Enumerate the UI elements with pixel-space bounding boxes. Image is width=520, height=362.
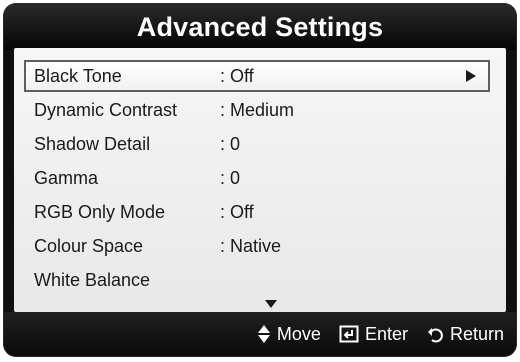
up-down-arrows-icon [257,325,271,343]
menu-item-label: Shadow Detail [34,133,151,154]
menu-item-black-tone[interactable]: Black Tone : Off [24,60,490,92]
move-label: Move [276,323,321,344]
menu-item-label: White Balance [34,269,151,290]
menu-item-gamma[interactable]: Gamma : 0 [26,162,486,194]
menu-item-shadow-detail[interactable]: Shadow Detail : 0 [26,128,486,160]
menu-item-value: : Native [220,235,282,256]
menu-item-label: Dynamic Contrast [34,99,178,120]
return-icon [426,325,444,343]
advanced-settings-menu: Advanced Settings Black Tone : Off Dynam… [4,4,516,356]
settings-list: Black Tone : Off Dynamic Contrast : Medi… [14,48,506,312]
menu-item-value: : 0 [220,133,241,154]
enter-hint: Enter [339,324,408,345]
return-hint: Return [426,324,504,345]
menu-item-dynamic-contrast[interactable]: Dynamic Contrast : Medium [26,94,486,126]
menu-item-label: RGB Only Mode [34,201,166,222]
return-label: Return [449,323,504,344]
menu-item-value: : Medium [220,99,295,120]
menu-item-rgb-only-mode[interactable]: RGB Only Mode : Off [26,196,486,228]
menu-item-label: Colour Space [34,235,144,256]
menu-item-label: Gamma [34,167,99,188]
key-guide: Move Enter Return [4,312,516,356]
enter-icon [339,325,359,343]
menu-item-white-balance[interactable]: White Balance [26,264,486,296]
move-hint: Move [257,324,321,345]
menu-item-colour-space[interactable]: Colour Space : Native [26,230,486,262]
menu-item-value: : Off [220,201,254,222]
menu-item-value: : Off [220,65,254,86]
submenu-arrow-icon [466,70,476,82]
menu-title: Advanced Settings [4,4,516,50]
menu-item-value: : 0 [220,167,241,188]
enter-label: Enter [364,323,408,344]
menu-item-label: Black Tone [34,65,122,86]
scroll-down-arrow-icon[interactable] [265,300,277,308]
